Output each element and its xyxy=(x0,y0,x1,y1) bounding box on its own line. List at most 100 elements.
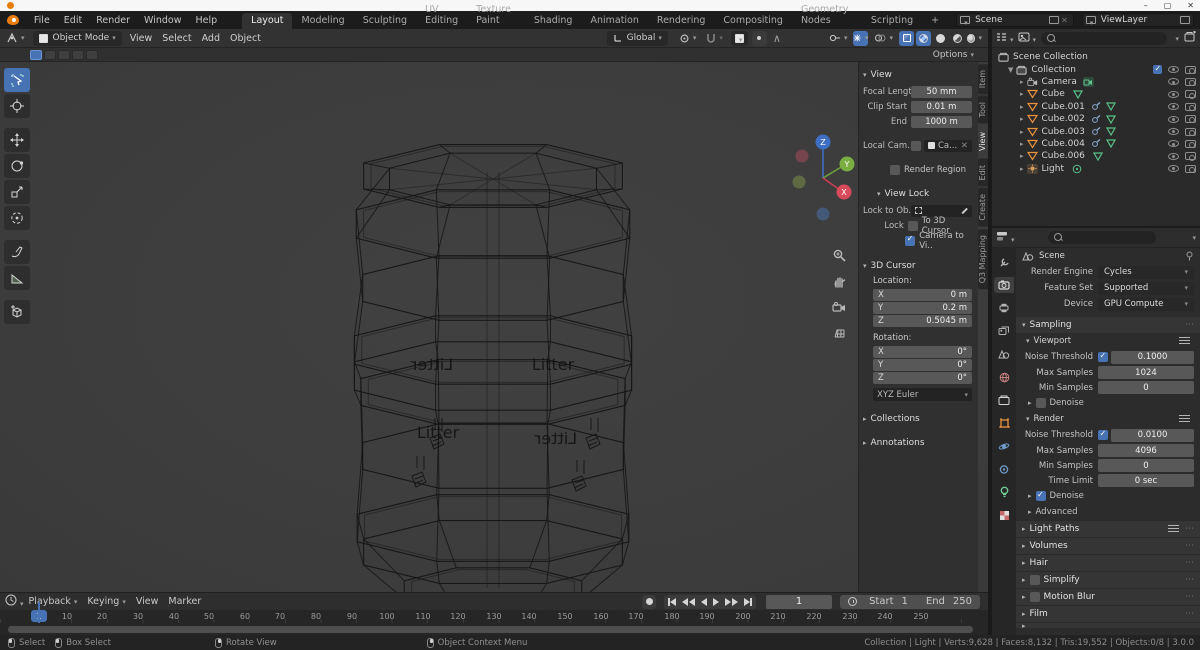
outliner-row-cube-003[interactable]: ▸ Cube.003 xyxy=(992,125,1200,137)
cursor-loc-y[interactable]: Y 0.2 m xyxy=(873,302,972,314)
tab-physics[interactable] xyxy=(994,438,1014,454)
motion-blur-checkbox[interactable] xyxy=(1029,592,1040,602)
navigation-gizmo[interactable]: Z Y X xyxy=(790,126,856,226)
tab-sculpting[interactable]: Sculpting xyxy=(354,13,416,29)
eyedropper-icon[interactable] xyxy=(961,207,968,214)
mode-dropdown[interactable]: Object Mode xyxy=(32,30,122,46)
tab-animation[interactable]: Animation xyxy=(581,13,647,29)
sampling-render-subheader[interactable]: Render xyxy=(1016,411,1200,427)
select-mode-intersect-button[interactable] xyxy=(86,49,98,60)
cursor-section-header[interactable]: 3D Cursor xyxy=(863,261,972,271)
focal-length-field[interactable]: 50 mm xyxy=(911,85,972,98)
preset-icon[interactable] xyxy=(1179,414,1190,424)
play-button[interactable] xyxy=(713,597,720,606)
clip-end-field[interactable]: 1000 m xyxy=(911,115,972,128)
end-field[interactable]: 250 xyxy=(953,596,972,607)
select-mode-extend-button[interactable] xyxy=(44,49,56,60)
tab-layout[interactable]: Layout xyxy=(242,13,293,29)
viewport-3d[interactable]: Litter Litter Litter Litter Z Y X xyxy=(0,62,988,613)
select-mode-subtract-button[interactable] xyxy=(58,49,70,60)
cursor-loc-x[interactable]: X0 m xyxy=(873,289,972,301)
editor-type-button[interactable] xyxy=(0,32,30,44)
new-collection-button[interactable] xyxy=(1184,31,1196,45)
cursor-loc-z[interactable]: Z 0.5045 m xyxy=(873,315,972,327)
hair-section-header[interactable]: Hair⋯ xyxy=(1016,554,1200,571)
menu-select[interactable]: Select xyxy=(157,33,196,44)
tool-select-box[interactable] xyxy=(4,68,30,92)
tool-move[interactable] xyxy=(4,128,30,152)
menu-playback[interactable]: Playback xyxy=(24,596,83,607)
view-layer-selector[interactable]: ViewLayer xyxy=(1081,13,1195,27)
menu-timeline-view[interactable]: View xyxy=(131,596,164,607)
timeline-scrollbar[interactable] xyxy=(8,625,973,633)
shading-material-button[interactable] xyxy=(950,31,965,46)
timeline-editor-type-button[interactable] xyxy=(5,594,24,609)
hide-eye-icon[interactable] xyxy=(1168,140,1179,148)
menu-marker[interactable]: Marker xyxy=(163,596,206,607)
tool-cursor[interactable] xyxy=(4,94,30,118)
render-region-checkbox[interactable] xyxy=(889,164,900,175)
toggle-xray-button[interactable] xyxy=(899,30,914,46)
properties-editor-type-button[interactable] xyxy=(996,231,1015,245)
menu-help[interactable]: Help xyxy=(189,15,225,26)
zoom-icon[interactable] xyxy=(830,246,848,264)
hide-eye-icon[interactable] xyxy=(1168,152,1179,160)
outliner-row-collection[interactable]: ▼ Collection xyxy=(992,63,1200,75)
r-denoise-label[interactable]: Denoise xyxy=(1050,491,1084,501)
snap-button[interactable] xyxy=(701,33,728,44)
record-button[interactable] xyxy=(642,594,657,609)
tab-modeling[interactable]: Modeling xyxy=(292,13,353,29)
tab-uv-editing[interactable]: UV Editing xyxy=(416,2,467,29)
tab-output[interactable] xyxy=(994,300,1014,316)
render-visibility-icon[interactable] xyxy=(1185,77,1196,87)
advanced-label[interactable]: Advanced xyxy=(1036,507,1078,517)
scene-selector[interactable]: Scene ✕ xyxy=(956,13,1074,27)
tab-constraints[interactable] xyxy=(994,461,1014,477)
clear-camera-icon[interactable]: ✕ xyxy=(961,141,968,151)
sampling-viewport-subheader[interactable]: Viewport xyxy=(1016,333,1200,349)
tool-annotate[interactable] xyxy=(4,240,30,264)
collections-section-header[interactable]: Collections xyxy=(863,414,972,424)
tab-collection[interactable] xyxy=(994,392,1014,408)
options-dropdown[interactable]: Options xyxy=(933,50,974,60)
view-section-header[interactable]: View xyxy=(863,70,972,80)
tab-texture[interactable] xyxy=(994,507,1014,523)
jump-to-start-button[interactable] xyxy=(668,597,677,606)
tab-object[interactable] xyxy=(994,415,1014,431)
tab-rendering[interactable]: Rendering xyxy=(648,13,715,29)
preset-icon[interactable] xyxy=(1179,336,1190,346)
hide-eye-icon[interactable] xyxy=(1168,78,1179,86)
menu-window[interactable]: Window xyxy=(137,15,188,26)
simplify-section-header[interactable]: Simplify⋯ xyxy=(1016,571,1200,588)
render-visibility-icon[interactable] xyxy=(1185,139,1196,149)
collection-checkbox[interactable] xyxy=(1153,64,1162,75)
hide-eye-icon[interactable] xyxy=(1168,66,1179,74)
camera-view-icon[interactable] xyxy=(830,298,848,316)
pin-icon[interactable] xyxy=(1185,251,1194,261)
render-visibility-icon[interactable] xyxy=(1185,102,1196,112)
menu-edit[interactable]: Edit xyxy=(57,15,89,26)
r-min-samples-field[interactable]: 0 xyxy=(1098,459,1194,472)
unlink-scene-icon[interactable]: ✕ xyxy=(1059,16,1070,25)
tab-texture-paint[interactable]: Texture Paint xyxy=(467,2,525,29)
vp-noise-threshold-field[interactable]: 0.1000 xyxy=(1111,350,1194,364)
device-dropdown[interactable]: GPU Compute xyxy=(1098,297,1194,311)
outliner-row-cube-004[interactable]: ▸ Cube.004 xyxy=(992,138,1200,150)
menu-add[interactable]: Add xyxy=(197,33,225,44)
render-engine-dropdown[interactable]: Cycles xyxy=(1098,265,1194,279)
timeline-ruler[interactable]: 10 20 30 40 50 60 70 80 90 100 110 120 1… xyxy=(0,610,988,623)
add-workspace-button[interactable]: + xyxy=(922,13,948,29)
render-visibility-icon[interactable] xyxy=(1185,164,1196,174)
shading-wireframe-button[interactable] xyxy=(916,30,931,46)
hide-eye-icon[interactable] xyxy=(1168,128,1179,136)
pan-hand-icon[interactable] xyxy=(830,272,848,290)
tool-scale[interactable] xyxy=(4,180,30,204)
tab-render[interactable] xyxy=(994,277,1014,293)
feature-set-dropdown[interactable]: Supported xyxy=(1098,281,1194,295)
camera-to-view-checkbox[interactable] xyxy=(905,234,916,246)
tool-measure[interactable] xyxy=(4,266,30,290)
blender-logo-icon[interactable] xyxy=(7,15,19,25)
film-section-header[interactable]: Film⋯ xyxy=(1016,605,1200,622)
hide-eye-icon[interactable] xyxy=(1168,90,1179,98)
hide-eye-icon[interactable] xyxy=(1168,103,1179,111)
